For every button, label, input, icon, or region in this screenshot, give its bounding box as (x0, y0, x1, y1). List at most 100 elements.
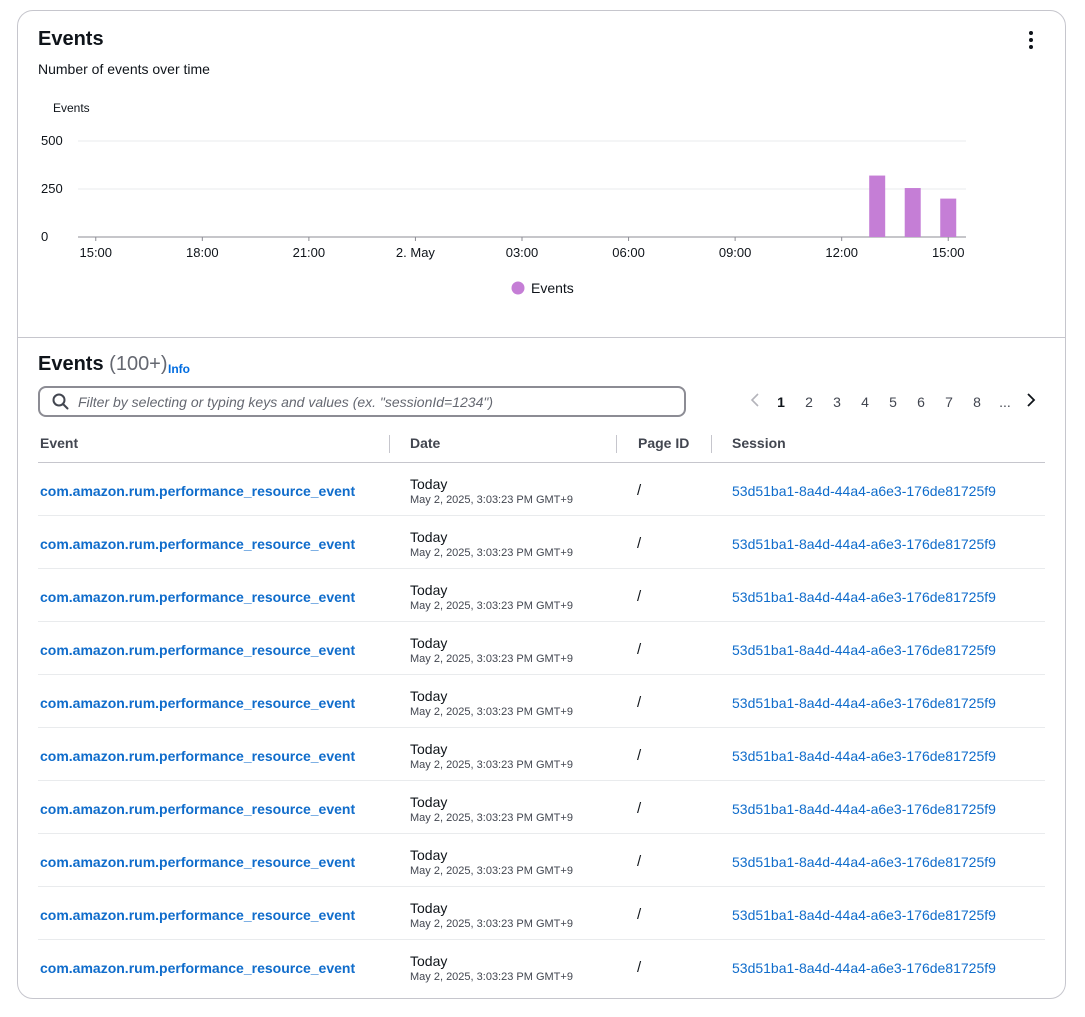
y-tick-label: 250 (41, 181, 63, 196)
session-link[interactable]: 53d51ba1-8a4d-44a4-a6e3-176de81725f9 (732, 536, 996, 552)
column-resizer[interactable] (389, 435, 390, 453)
table-row: com.amazon.rum.performance_resource_even… (38, 622, 1045, 675)
page-id: / (637, 641, 642, 658)
page-id: / (637, 800, 642, 817)
date-absolute: May 2, 2025, 3:03:23 PM GMT+9 (410, 759, 573, 771)
column-resizer[interactable] (711, 435, 712, 453)
x-tick-label: 06:00 (612, 245, 645, 260)
session-link[interactable]: 53d51ba1-8a4d-44a4-a6e3-176de81725f9 (732, 907, 996, 923)
column-header-date[interactable]: Date (410, 435, 440, 451)
event-link[interactable]: com.amazon.rum.performance_resource_even… (40, 695, 355, 711)
legend-label: Events (531, 280, 574, 296)
session-link[interactable]: 53d51ba1-8a4d-44a4-a6e3-176de81725f9 (732, 748, 996, 764)
pagination: 12345678 ... (743, 392, 1043, 412)
section-divider (18, 337, 1065, 338)
event-link[interactable]: com.amazon.rum.performance_resource_even… (40, 907, 355, 923)
column-header-event[interactable]: Event (40, 435, 78, 451)
date-absolute: May 2, 2025, 3:03:23 PM GMT+9 (410, 494, 573, 506)
x-tick-label: 21:00 (293, 245, 326, 260)
x-tick-label: 15:00 (79, 245, 112, 260)
date-relative: Today (410, 741, 448, 757)
date-relative: Today (410, 847, 448, 863)
date-absolute: May 2, 2025, 3:03:23 PM GMT+9 (410, 918, 573, 930)
chart-bar[interactable] (940, 198, 957, 237)
table-row: com.amazon.rum.performance_resource_even… (38, 569, 1045, 622)
search-icon (52, 393, 69, 410)
event-link[interactable]: com.amazon.rum.performance_resource_even… (40, 960, 355, 976)
filter-input[interactable] (76, 391, 676, 412)
page-number[interactable]: 4 (851, 394, 879, 410)
page-number[interactable]: 7 (935, 394, 963, 410)
date-relative: Today (410, 900, 448, 916)
events-panel: Events Number of events over time Events… (17, 10, 1066, 999)
x-tick-label: 09:00 (719, 245, 752, 260)
event-link[interactable]: com.amazon.rum.performance_resource_even… (40, 483, 355, 499)
y-axis-ticks: 0 250 500 (41, 133, 63, 244)
chart-bars (869, 175, 957, 237)
event-link[interactable]: com.amazon.rum.performance_resource_even… (40, 536, 355, 552)
table-header-row: Event Date Page ID Session (38, 433, 1045, 463)
x-tick-label: 12:00 (825, 245, 858, 260)
session-link[interactable]: 53d51ba1-8a4d-44a4-a6e3-176de81725f9 (732, 589, 996, 605)
date-absolute: May 2, 2025, 3:03:23 PM GMT+9 (410, 547, 573, 559)
table-count: (100+) (109, 353, 168, 375)
column-header-session[interactable]: Session (732, 435, 786, 451)
event-link[interactable]: com.amazon.rum.performance_resource_even… (40, 642, 355, 658)
session-link[interactable]: 53d51ba1-8a4d-44a4-a6e3-176de81725f9 (732, 960, 996, 976)
x-tick-label: 2. May (396, 245, 436, 260)
events-chart-section: Events Number of events over time Events… (18, 11, 1065, 337)
page-id: / (637, 535, 642, 552)
page-id: / (637, 853, 642, 870)
y-tick-label: 500 (41, 133, 63, 148)
page-number[interactable]: 1 (767, 394, 795, 410)
page-number[interactable]: 3 (823, 394, 851, 410)
table-row: com.amazon.rum.performance_resource_even… (38, 887, 1045, 940)
page-id: / (637, 747, 642, 764)
date-relative: Today (410, 476, 448, 492)
date-relative: Today (410, 635, 448, 651)
session-link[interactable]: 53d51ba1-8a4d-44a4-a6e3-176de81725f9 (732, 642, 996, 658)
x-tick-label: 03:00 (506, 245, 539, 260)
table-row: com.amazon.rum.performance_resource_even… (38, 675, 1045, 728)
event-link[interactable]: com.amazon.rum.performance_resource_even… (40, 801, 355, 817)
page-number-list: 12345678 (767, 394, 991, 410)
page-number[interactable]: 8 (963, 394, 991, 410)
date-absolute: May 2, 2025, 3:03:23 PM GMT+9 (410, 971, 573, 983)
table-row: com.amazon.rum.performance_resource_even… (38, 728, 1045, 781)
pagination-ellipsis: ... (999, 394, 1011, 410)
page-number[interactable]: 5 (879, 394, 907, 410)
event-link[interactable]: com.amazon.rum.performance_resource_even… (40, 748, 355, 764)
page-number[interactable]: 2 (795, 394, 823, 410)
column-header-page-id[interactable]: Page ID (638, 435, 689, 451)
event-link[interactable]: com.amazon.rum.performance_resource_even… (40, 854, 355, 870)
page-number[interactable]: 6 (907, 394, 935, 410)
page-id: / (637, 482, 642, 499)
chart-bar[interactable] (904, 188, 921, 237)
session-link[interactable]: 53d51ba1-8a4d-44a4-a6e3-176de81725f9 (732, 854, 996, 870)
page-id: / (637, 588, 642, 605)
session-link[interactable]: 53d51ba1-8a4d-44a4-a6e3-176de81725f9 (732, 483, 996, 499)
table-title-text: Events (38, 353, 104, 375)
date-relative: Today (410, 953, 448, 969)
date-relative: Today (410, 582, 448, 598)
session-link[interactable]: 53d51ba1-8a4d-44a4-a6e3-176de81725f9 (732, 801, 996, 817)
date-relative: Today (410, 688, 448, 704)
x-axis-ticks: 15:00 18:00 21:00 2. May 03:00 06:00 09:00 12:0… (79, 237, 965, 260)
page-id: / (637, 959, 642, 976)
date-relative: Today (410, 529, 448, 545)
property-filter[interactable] (38, 386, 686, 417)
info-link[interactable]: Info (168, 362, 190, 376)
session-link[interactable]: 53d51ba1-8a4d-44a4-a6e3-176de81725f9 (732, 695, 996, 711)
table-body: com.amazon.rum.performance_resource_even… (38, 463, 1045, 993)
table-row: com.amazon.rum.performance_resource_even… (38, 516, 1045, 569)
date-absolute: May 2, 2025, 3:03:23 PM GMT+9 (410, 812, 573, 824)
table-row: com.amazon.rum.performance_resource_even… (38, 463, 1045, 516)
column-resizer[interactable] (616, 435, 617, 453)
y-tick-label: 0 (41, 229, 48, 244)
event-link[interactable]: com.amazon.rum.performance_resource_even… (40, 589, 355, 605)
chevron-right-icon[interactable] (1019, 392, 1043, 412)
date-absolute: May 2, 2025, 3:03:23 PM GMT+9 (410, 706, 573, 718)
chart-legend[interactable]: Events (511, 280, 574, 296)
chart-bar[interactable] (869, 175, 886, 237)
chevron-left-icon[interactable] (743, 392, 767, 412)
